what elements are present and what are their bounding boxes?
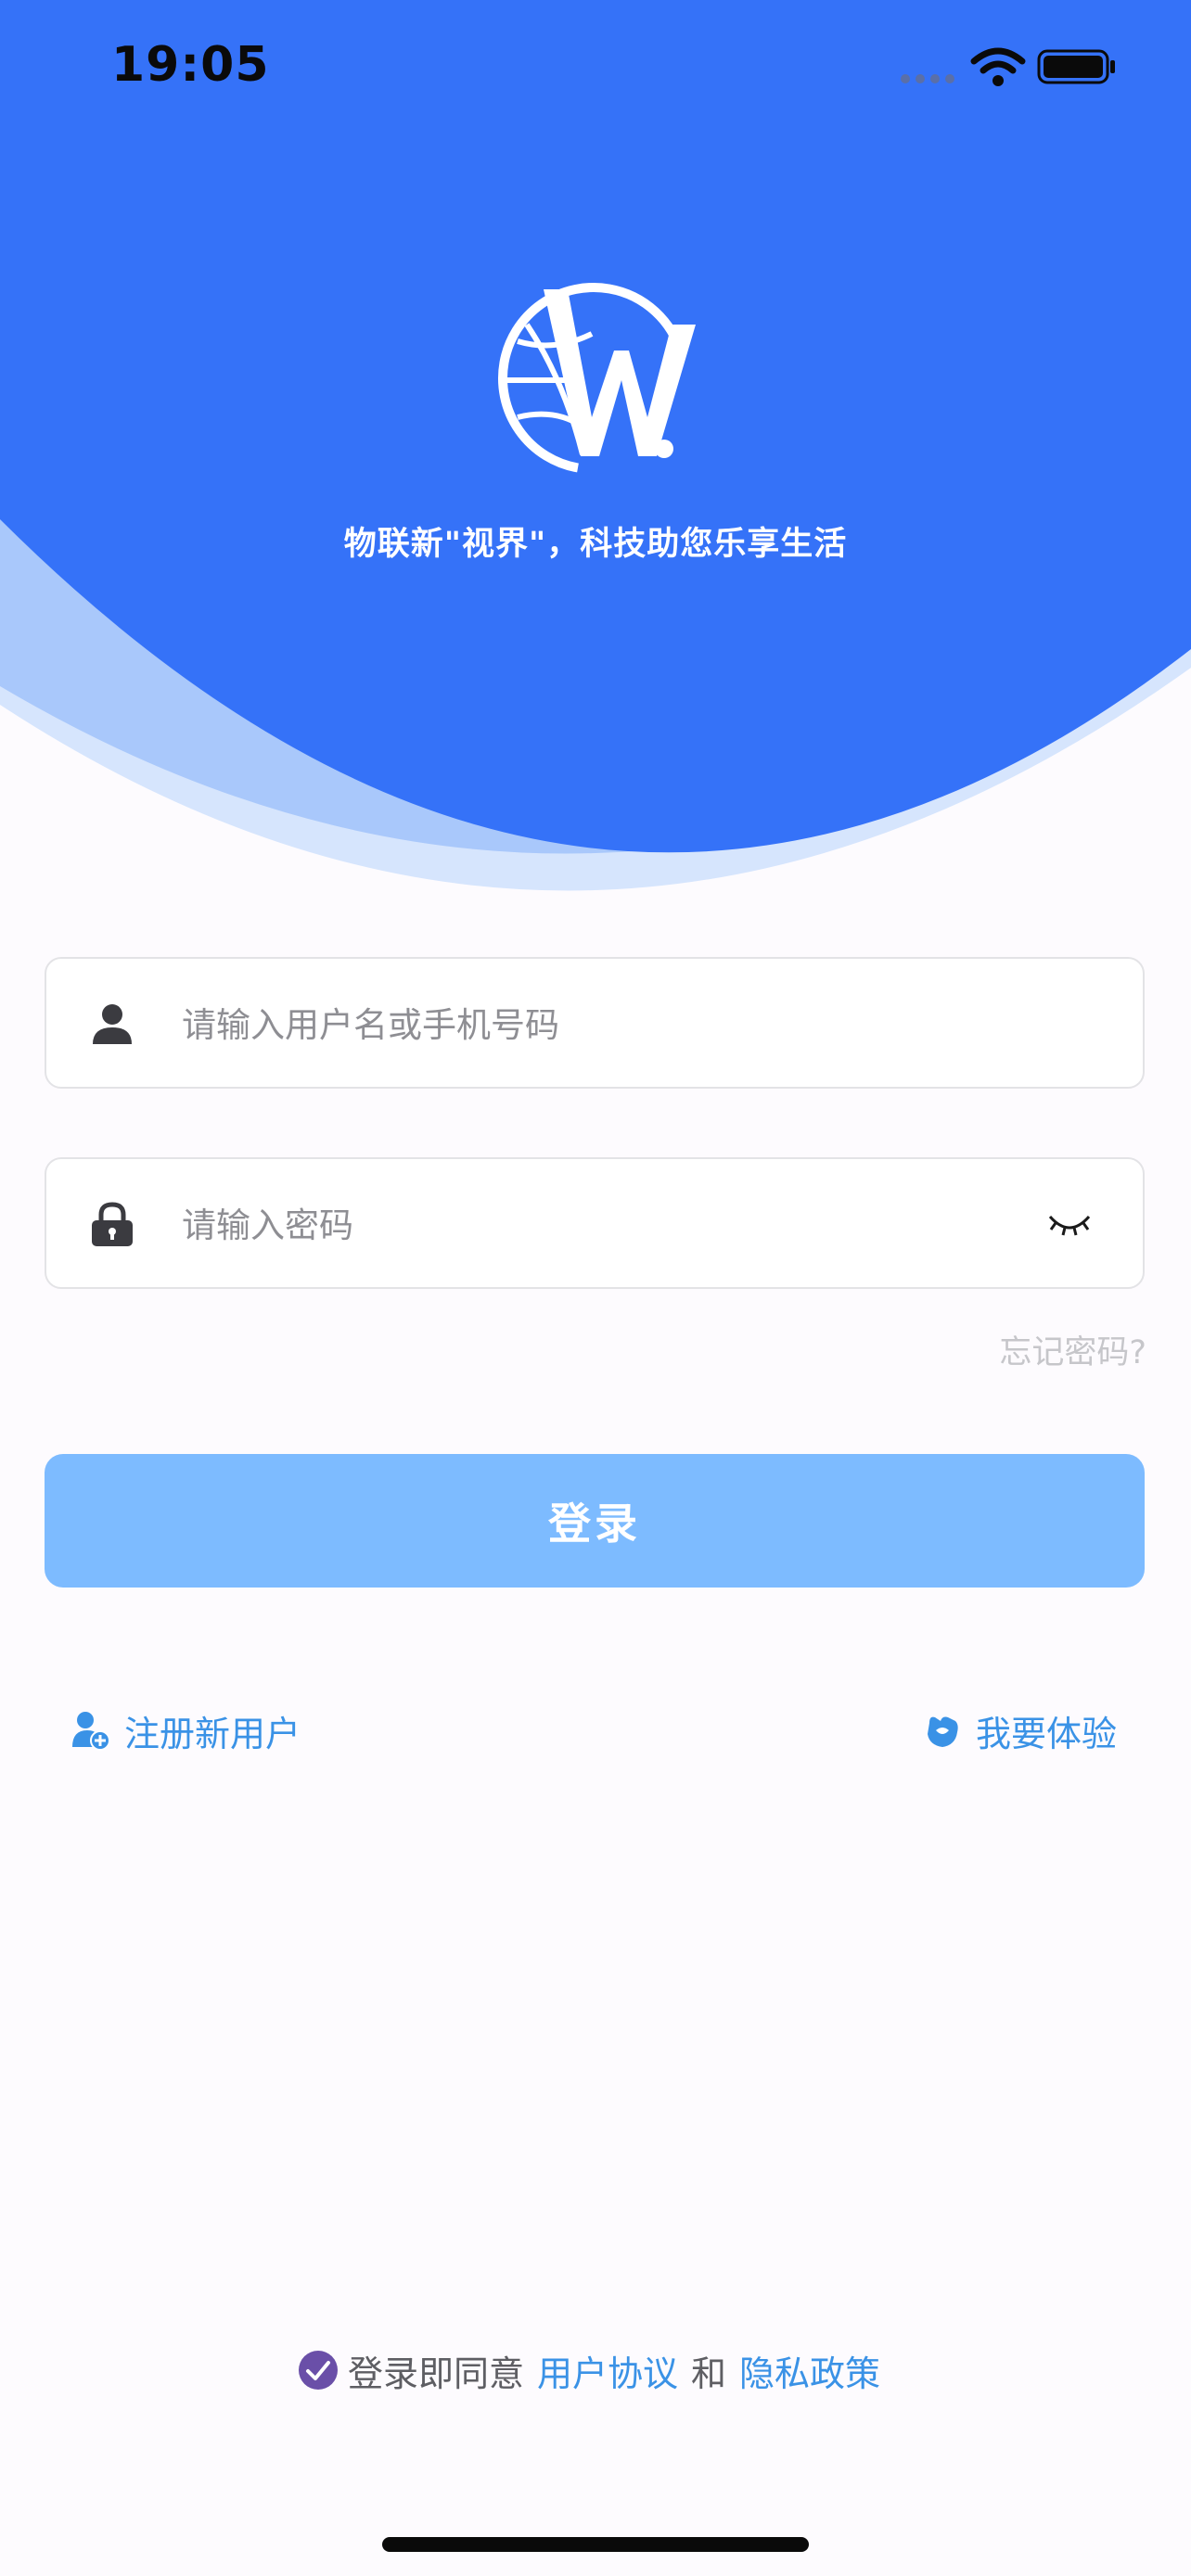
slogan: 物联新"视界"，科技助您乐享生活	[343, 526, 848, 563]
login-button[interactable]: 登录	[45, 1454, 1145, 1588]
add-user-icon	[72, 1712, 110, 1751]
user-icon	[93, 1004, 132, 1044]
app-logo	[498, 283, 696, 474]
trial-icon	[927, 1716, 958, 1747]
register-link-label: 注册新用户	[124, 1713, 301, 1754]
username-input[interactable]	[180, 987, 1018, 1063]
register-link[interactable]: 注册新用户	[70, 1702, 301, 1758]
wifi-icon	[970, 47, 1026, 86]
password-field[interactable]	[45, 1157, 1145, 1289]
trial-link-label: 我要体验	[975, 1713, 1117, 1754]
user-agreement-link[interactable]: 用户协议	[537, 2345, 678, 2396]
forgot-password-link[interactable]: 忘记密码?	[999, 1326, 1146, 1373]
home-indicator	[382, 2537, 809, 2552]
lock-icon	[92, 1202, 133, 1246]
eye-closed-icon[interactable]	[1046, 1207, 1093, 1241]
agreement-and: 和	[691, 2353, 727, 2394]
username-field[interactable]	[45, 957, 1145, 1089]
agreement-prefix: 登录即同意	[347, 2353, 524, 2394]
status-time: 19:05	[111, 37, 270, 93]
status-bar: 19:05	[0, 0, 1191, 139]
password-input[interactable]	[180, 1187, 1018, 1263]
checkbox-checked-icon[interactable]	[298, 2350, 339, 2391]
signal-icon	[901, 74, 954, 83]
privacy-policy-link[interactable]: 隐私政策	[739, 2345, 880, 2396]
battery-icon	[1037, 49, 1115, 84]
agreement-row: 登录即同意 用户协议 和 隐私政策	[0, 2342, 1191, 2398]
trial-link[interactable]: 我要体验	[922, 1702, 1117, 1758]
